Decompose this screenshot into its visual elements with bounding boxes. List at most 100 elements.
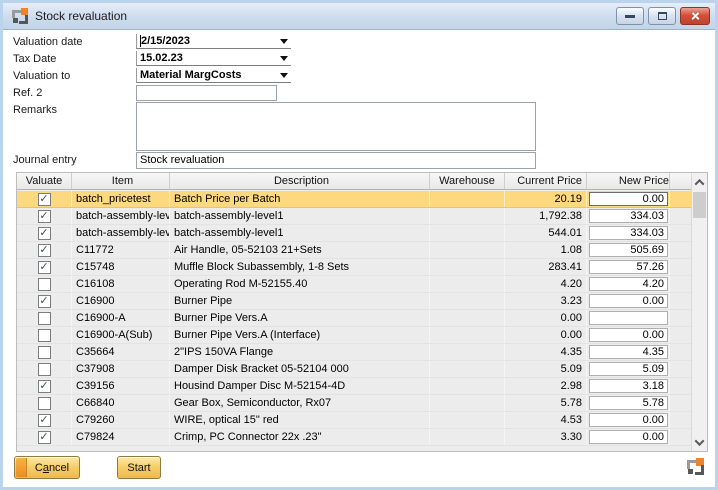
description-cell[interactable]: Housind Damper Disc M-52154-4D [170,378,430,394]
valuate-checkbox[interactable] [38,193,51,206]
warehouse-cell[interactable] [430,225,505,241]
chevron-down-icon[interactable] [280,73,288,78]
item-cell[interactable]: batch_pricetest [72,191,170,207]
table-row[interactable]: C66840Gear Box, Semiconductor, Rx075.785… [17,395,691,412]
ref2-input[interactable] [136,85,277,101]
item-cell[interactable]: C11772 [72,242,170,258]
description-cell[interactable]: Air Handle, 05-52103 21+Sets [170,242,430,258]
new-price-input[interactable]: 0.00 [589,294,668,308]
cancel-button[interactable]: Cancel [14,456,80,479]
warehouse-cell[interactable] [430,344,505,360]
new-price-input[interactable]: 0.00 [589,413,668,427]
new-price-input[interactable]: 4.35 [589,345,668,359]
warehouse-cell[interactable] [430,293,505,309]
warehouse-cell[interactable] [430,361,505,377]
remarks-textarea[interactable] [136,102,536,151]
new-price-input[interactable]: 0.00 [589,430,668,444]
minimize-button[interactable] [616,7,644,25]
close-button[interactable] [680,7,710,25]
description-cell[interactable]: Burner Pipe Vers.A (Interface) [170,327,430,343]
description-cell[interactable]: 2"IPS 150VA Flange [170,344,430,360]
table-row[interactable]: C16900Burner Pipe3.230.00 [17,293,691,310]
valuate-checkbox[interactable] [38,244,51,257]
description-cell[interactable]: Burner Pipe Vers.A [170,310,430,326]
new-price-input[interactable]: 0.00 [589,192,668,206]
new-price-input[interactable] [589,311,668,325]
warehouse-cell[interactable] [430,208,505,224]
warehouse-cell[interactable] [430,191,505,207]
valuate-checkbox[interactable] [38,227,51,240]
item-cell[interactable]: C16900-A(Sub) [72,327,170,343]
resize-grip-icon[interactable] [687,458,705,475]
valuate-checkbox[interactable] [38,295,51,308]
table-row[interactable]: C11772Air Handle, 05-52103 21+Sets1.0850… [17,242,691,259]
valuate-checkbox[interactable] [38,261,51,274]
table-row[interactable]: C356642"IPS 150VA Flange4.354.35 [17,344,691,361]
warehouse-cell[interactable] [430,276,505,292]
table-row[interactable]: batch-assembly-lev...batch-assembly-leve… [17,208,691,225]
description-cell[interactable]: batch-assembly-level1 [170,225,430,241]
column-header-new-price[interactable]: New Price [587,173,670,189]
item-cell[interactable]: C16108 [72,276,170,292]
item-cell[interactable]: C16900 [72,293,170,309]
valuation-date-field[interactable]: 2/15/2023 [136,34,291,49]
warehouse-cell[interactable] [430,327,505,343]
journal-entry-input[interactable]: Stock revaluation [136,152,536,169]
table-row[interactable]: C79260WIRE, optical 15" red4.530.00 [17,412,691,429]
valuate-checkbox[interactable] [38,278,51,291]
column-header-warehouse[interactable]: Warehouse [430,173,505,189]
maximize-button[interactable] [648,7,676,25]
warehouse-cell[interactable] [430,259,505,275]
description-cell[interactable]: Muffle Block Subassembly, 1-8 Sets [170,259,430,275]
valuation-to-field[interactable]: Material MargCosts [136,68,291,83]
description-cell[interactable]: Crimp, PC Connector 22x .23" [170,429,430,445]
valuate-checkbox[interactable] [38,431,51,444]
scrollbar-thumb[interactable] [693,192,706,218]
description-cell[interactable]: WIRE, optical 15" red [170,412,430,428]
description-cell[interactable]: Damper Disk Bracket 05-52104 000 [170,361,430,377]
chevron-down-icon[interactable] [280,39,288,44]
scroll-down-button[interactable] [692,434,707,450]
warehouse-cell[interactable] [430,395,505,411]
new-price-input[interactable]: 505.69 [589,243,668,257]
new-price-input[interactable]: 3.18 [589,379,668,393]
description-cell[interactable]: Burner Pipe [170,293,430,309]
item-cell[interactable]: batch-assembly-lev... [72,208,170,224]
new-price-input[interactable]: 57.26 [589,260,668,274]
table-row[interactable]: C15748Muffle Block Subassembly, 1-8 Sets… [17,259,691,276]
chevron-down-icon[interactable] [280,56,288,61]
new-price-input[interactable]: 4.20 [589,277,668,291]
description-cell[interactable]: batch-assembly-level1 [170,208,430,224]
table-row[interactable]: C37908Damper Disk Bracket 05-52104 000 5.… [17,361,691,378]
table-row[interactable]: batch-assembly-lev...batch-assembly-leve… [17,225,691,242]
description-cell[interactable]: Batch Price per Batch [170,191,430,207]
table-row[interactable]: batch_pricetestBatch Price per Batch20.1… [17,191,691,208]
item-cell[interactable]: C37908 [72,361,170,377]
vertical-scrollbar[interactable] [691,173,707,451]
new-price-input[interactable]: 334.03 [589,226,668,240]
item-cell[interactable]: C66840 [72,395,170,411]
description-cell[interactable]: Gear Box, Semiconductor, Rx07 [170,395,430,411]
warehouse-cell[interactable] [430,310,505,326]
column-header-current-price[interactable]: Current Price [505,173,587,189]
column-header-item[interactable]: Item [72,173,170,189]
warehouse-cell[interactable] [430,242,505,258]
valuate-checkbox[interactable] [38,380,51,393]
start-button[interactable]: Start [117,456,161,479]
new-price-input[interactable]: 5.09 [589,362,668,376]
table-row[interactable]: C16108Operating Rod M-52155.404.204.20 [17,276,691,293]
tax-date-field[interactable]: 15.02.23 [136,51,291,66]
column-header-description[interactable]: Description [170,173,430,189]
valuate-checkbox[interactable] [38,329,51,342]
column-header-valuate[interactable]: Valuate [17,173,72,189]
warehouse-cell[interactable] [430,412,505,428]
table-row[interactable]: C79824Crimp, PC Connector 22x .23"3.300.… [17,429,691,446]
warehouse-cell[interactable] [430,378,505,394]
item-cell[interactable]: batch-assembly-lev... [72,225,170,241]
new-price-input[interactable]: 0.00 [589,328,668,342]
item-cell[interactable]: C79824 [72,429,170,445]
scroll-up-button[interactable] [692,174,707,190]
description-cell[interactable]: Operating Rod M-52155.40 [170,276,430,292]
valuate-checkbox[interactable] [38,312,51,325]
item-cell[interactable]: C15748 [72,259,170,275]
